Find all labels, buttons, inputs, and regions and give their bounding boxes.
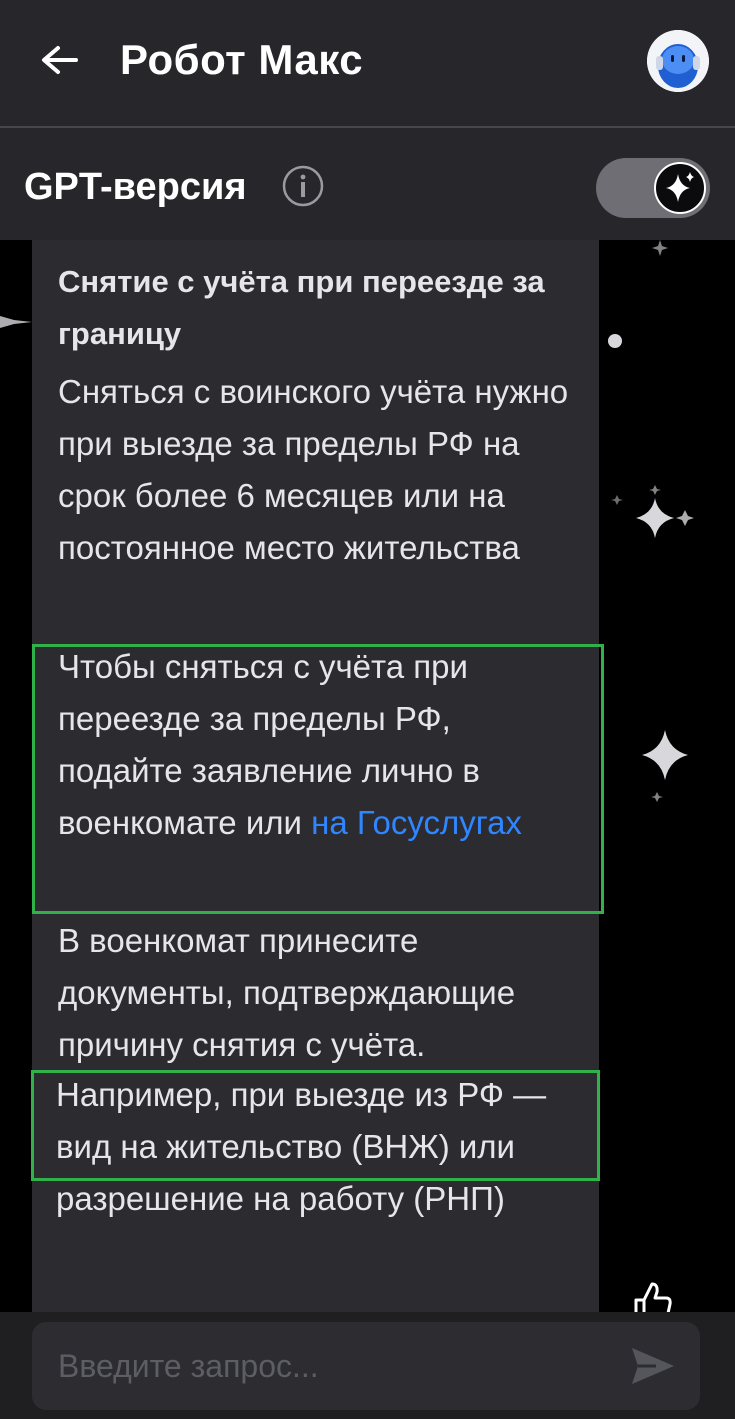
- query-input[interactable]: [32, 1322, 700, 1410]
- message-paragraph-3: В военкомат принесите документы, подтвер…: [58, 922, 516, 1063]
- sparkle-icon: [666, 172, 694, 202]
- message-paragraph-2: Чтобы сняться с учёта при переезде за пр…: [58, 641, 558, 849]
- back-arrow-icon: [42, 46, 78, 74]
- robot-avatar-icon: [647, 30, 709, 92]
- info-icon[interactable]: [282, 165, 324, 207]
- back-button[interactable]: [36, 38, 84, 86]
- thumbs-up-icon[interactable]: [628, 1278, 674, 1314]
- gosuslugi-link[interactable]: на Госуслугах: [311, 804, 522, 841]
- gpt-version-label: GPT-версия: [24, 166, 247, 208]
- message-paragraph-4: Например, при выезде из РФ — вид на жите…: [56, 1076, 547, 1217]
- gpt-toggle[interactable]: [596, 158, 710, 218]
- page-title: Робот Макс: [120, 36, 364, 83]
- message-paragraph-1: Сняться с воинского учёта нужно при выез…: [58, 373, 569, 566]
- toggle-knob: [654, 162, 706, 214]
- app-header: Робот Макс: [0, 0, 735, 128]
- send-button[interactable]: [626, 1340, 678, 1392]
- chat-area: Снятие с учёта при переезде за границу С…: [0, 240, 735, 1315]
- message-heading: Снятие с учёта при переезде за границу: [58, 264, 545, 351]
- avatar[interactable]: [647, 30, 709, 92]
- send-icon: [632, 1348, 674, 1384]
